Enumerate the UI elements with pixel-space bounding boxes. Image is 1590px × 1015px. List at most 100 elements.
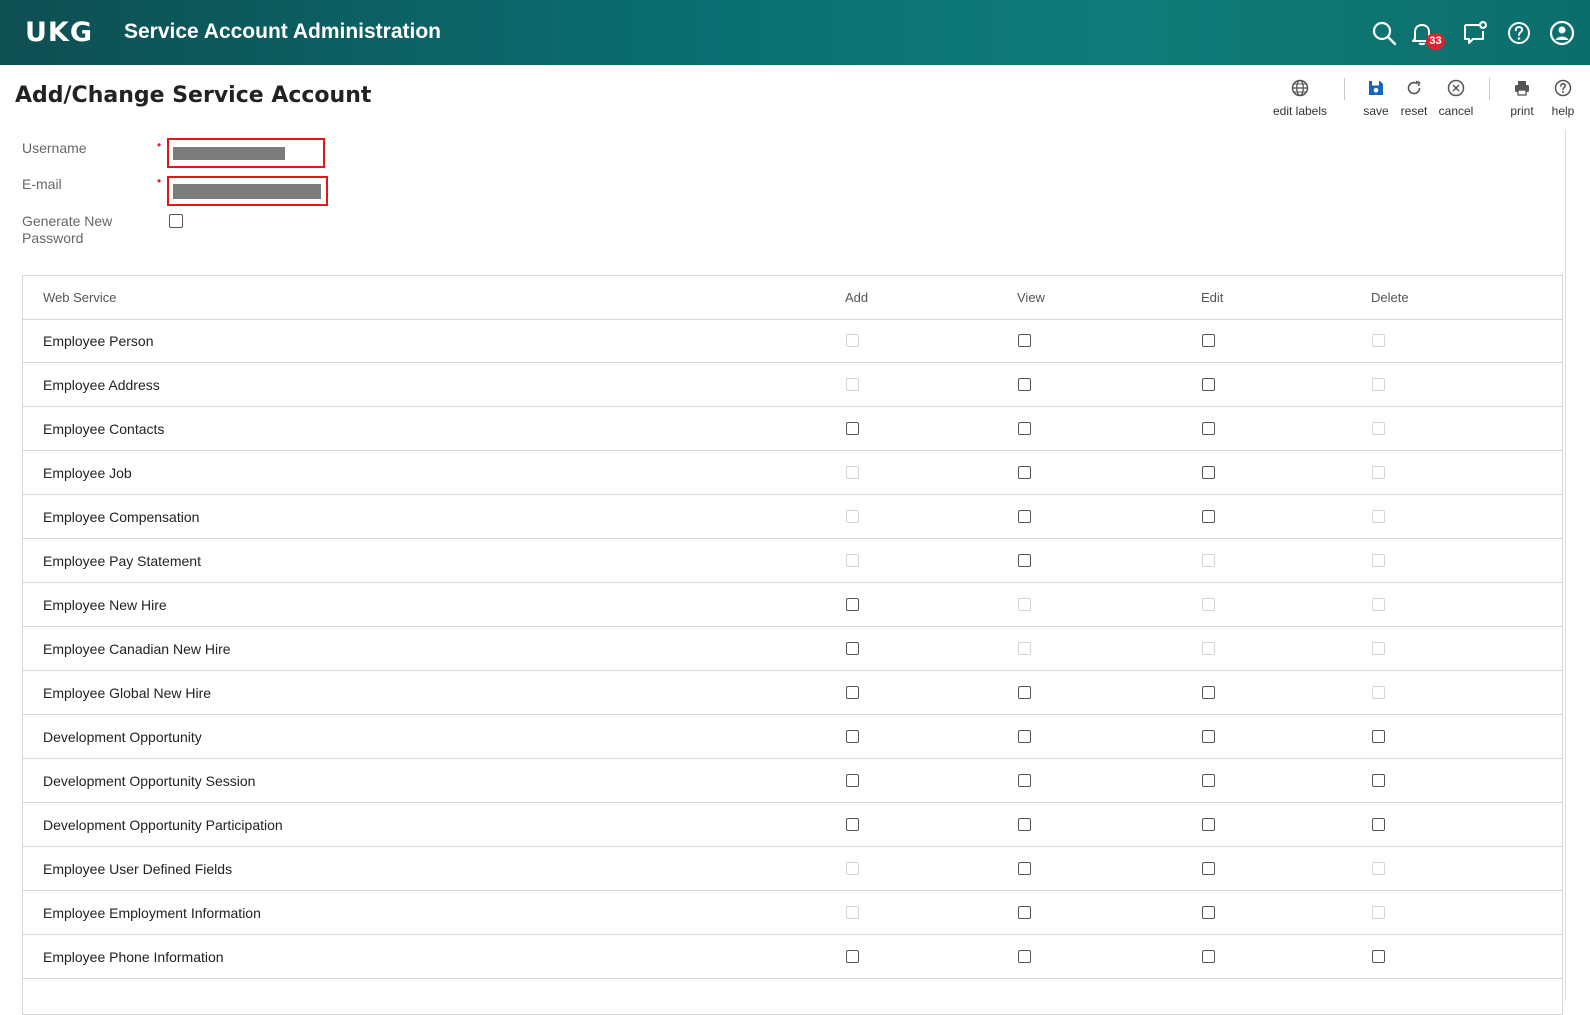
view-permission-checkbox[interactable] bbox=[1018, 862, 1031, 875]
redacted-username-value bbox=[173, 147, 285, 160]
delete-cell bbox=[1372, 730, 1385, 748]
help-circle-icon[interactable] bbox=[1506, 20, 1532, 46]
view-permission-checkbox[interactable] bbox=[1018, 818, 1031, 831]
add-permission-checkbox[interactable] bbox=[846, 818, 859, 831]
reset-label: reset bbox=[1400, 104, 1428, 118]
edit-permission-checkbox[interactable] bbox=[1202, 510, 1215, 523]
view-permission-checkbox[interactable] bbox=[1018, 334, 1031, 347]
save-label: save bbox=[1363, 104, 1389, 118]
edit-cell bbox=[1202, 378, 1215, 396]
web-service-name: Employee Phone Information bbox=[43, 949, 224, 965]
edit-permission-checkbox[interactable] bbox=[1202, 686, 1215, 699]
edit-permission-checkbox[interactable] bbox=[1202, 862, 1215, 875]
edit-labels-button[interactable]: edit labels bbox=[1268, 78, 1332, 118]
view-cell bbox=[1018, 334, 1031, 352]
view-permission-checkbox[interactable] bbox=[1018, 466, 1031, 479]
view-permission-checkbox[interactable] bbox=[1018, 906, 1031, 919]
table-row: Employee Job bbox=[23, 451, 1562, 495]
edit-permission-checkbox[interactable] bbox=[1202, 730, 1215, 743]
notification-badge: 33 bbox=[1426, 33, 1445, 50]
edit-permission-checkbox[interactable] bbox=[1202, 378, 1215, 391]
view-permission-checkbox[interactable] bbox=[1018, 554, 1031, 567]
save-button[interactable]: save bbox=[1359, 78, 1393, 118]
add-permission-checkbox[interactable] bbox=[846, 950, 859, 963]
view-permission-checkbox[interactable] bbox=[1018, 774, 1031, 787]
user-icon[interactable] bbox=[1549, 20, 1575, 46]
refresh-icon bbox=[1407, 80, 1421, 95]
web-service-name: Employee Contacts bbox=[43, 421, 165, 437]
generate-password-checkbox[interactable] bbox=[169, 214, 183, 233]
grid-header: Web Service Add View Edit Delete bbox=[23, 276, 1562, 320]
add-cell bbox=[846, 378, 859, 396]
delete-permission-checkbox[interactable] bbox=[1372, 950, 1385, 963]
delete-permission-checkbox[interactable] bbox=[1372, 730, 1385, 743]
header-delete[interactable]: Delete bbox=[1371, 290, 1409, 305]
add-permission-checkbox[interactable] bbox=[846, 422, 859, 435]
delete-permission-checkbox bbox=[1372, 598, 1385, 611]
edit-permission-checkbox[interactable] bbox=[1202, 466, 1215, 479]
reset-button[interactable]: reset bbox=[1397, 78, 1431, 118]
username-input[interactable] bbox=[167, 138, 325, 168]
cancel-button[interactable]: cancel bbox=[1436, 78, 1476, 118]
header-add[interactable]: Add bbox=[845, 290, 868, 305]
add-permission-checkbox[interactable] bbox=[846, 642, 859, 655]
view-permission-checkbox bbox=[1018, 598, 1031, 611]
view-permission-checkbox[interactable] bbox=[1018, 510, 1031, 523]
print-button[interactable]: print bbox=[1505, 78, 1539, 118]
header-edit[interactable]: Edit bbox=[1201, 290, 1223, 305]
search-icon[interactable] bbox=[1371, 20, 1397, 46]
edit-labels-label: edit labels bbox=[1272, 104, 1328, 118]
header-view[interactable]: View bbox=[1017, 290, 1045, 305]
app-title: Service Account Administration bbox=[124, 20, 442, 43]
add-permission-checkbox bbox=[846, 334, 859, 347]
add-permission-checkbox[interactable] bbox=[846, 686, 859, 699]
toolbar-divider bbox=[1344, 78, 1345, 100]
edit-permission-checkbox[interactable] bbox=[1202, 774, 1215, 787]
help-button[interactable]: help bbox=[1545, 78, 1581, 118]
add-permission-checkbox[interactable] bbox=[846, 730, 859, 743]
edit-permission-checkbox[interactable] bbox=[1202, 950, 1215, 963]
add-permission-checkbox bbox=[846, 862, 859, 875]
web-service-name: Employee Employment Information bbox=[43, 905, 261, 921]
table-row: Employee Global New Hire bbox=[23, 671, 1562, 715]
view-cell bbox=[1018, 466, 1031, 484]
edit-permission-checkbox[interactable] bbox=[1202, 422, 1215, 435]
view-permission-checkbox[interactable] bbox=[1018, 950, 1031, 963]
ukg-logo[interactable]: UKG bbox=[25, 17, 93, 48]
edit-permission-checkbox bbox=[1202, 598, 1215, 611]
edit-permission-checkbox[interactable] bbox=[1202, 906, 1215, 919]
edit-permission-checkbox[interactable] bbox=[1202, 334, 1215, 347]
edit-cell bbox=[1202, 422, 1215, 440]
web-service-name: Employee Canadian New Hire bbox=[43, 641, 231, 657]
view-permission-checkbox[interactable] bbox=[1018, 422, 1031, 435]
view-permission-checkbox[interactable] bbox=[1018, 730, 1031, 743]
add-cell bbox=[846, 686, 859, 704]
view-permission-checkbox[interactable] bbox=[1018, 378, 1031, 391]
add-permission-checkbox bbox=[846, 378, 859, 391]
chat-plus-icon[interactable] bbox=[1462, 20, 1488, 46]
edit-cell bbox=[1202, 510, 1215, 528]
delete-permission-checkbox[interactable] bbox=[1372, 774, 1385, 787]
view-cell bbox=[1018, 818, 1031, 836]
required-marker: • bbox=[157, 174, 162, 188]
header-web-service[interactable]: Web Service bbox=[43, 290, 116, 305]
scrollbar-track[interactable] bbox=[1565, 130, 1566, 1001]
web-service-name: Development Opportunity bbox=[43, 729, 202, 745]
delete-cell bbox=[1372, 466, 1385, 484]
delete-permission-checkbox bbox=[1372, 510, 1385, 523]
web-service-name: Employee New Hire bbox=[43, 597, 167, 613]
table-row: Employee Canadian New Hire bbox=[23, 627, 1562, 671]
edit-cell bbox=[1202, 818, 1215, 836]
delete-permission-checkbox bbox=[1372, 466, 1385, 479]
add-cell bbox=[846, 774, 859, 792]
edit-permission-checkbox[interactable] bbox=[1202, 818, 1215, 831]
view-cell bbox=[1018, 510, 1031, 528]
delete-permission-checkbox[interactable] bbox=[1372, 818, 1385, 831]
add-permission-checkbox[interactable] bbox=[846, 598, 859, 611]
web-service-name: Employee Person bbox=[43, 333, 154, 349]
edit-permission-checkbox bbox=[1202, 642, 1215, 655]
view-permission-checkbox[interactable] bbox=[1018, 686, 1031, 699]
email-input[interactable] bbox=[167, 176, 328, 206]
view-cell bbox=[1018, 906, 1031, 924]
add-permission-checkbox[interactable] bbox=[846, 774, 859, 787]
